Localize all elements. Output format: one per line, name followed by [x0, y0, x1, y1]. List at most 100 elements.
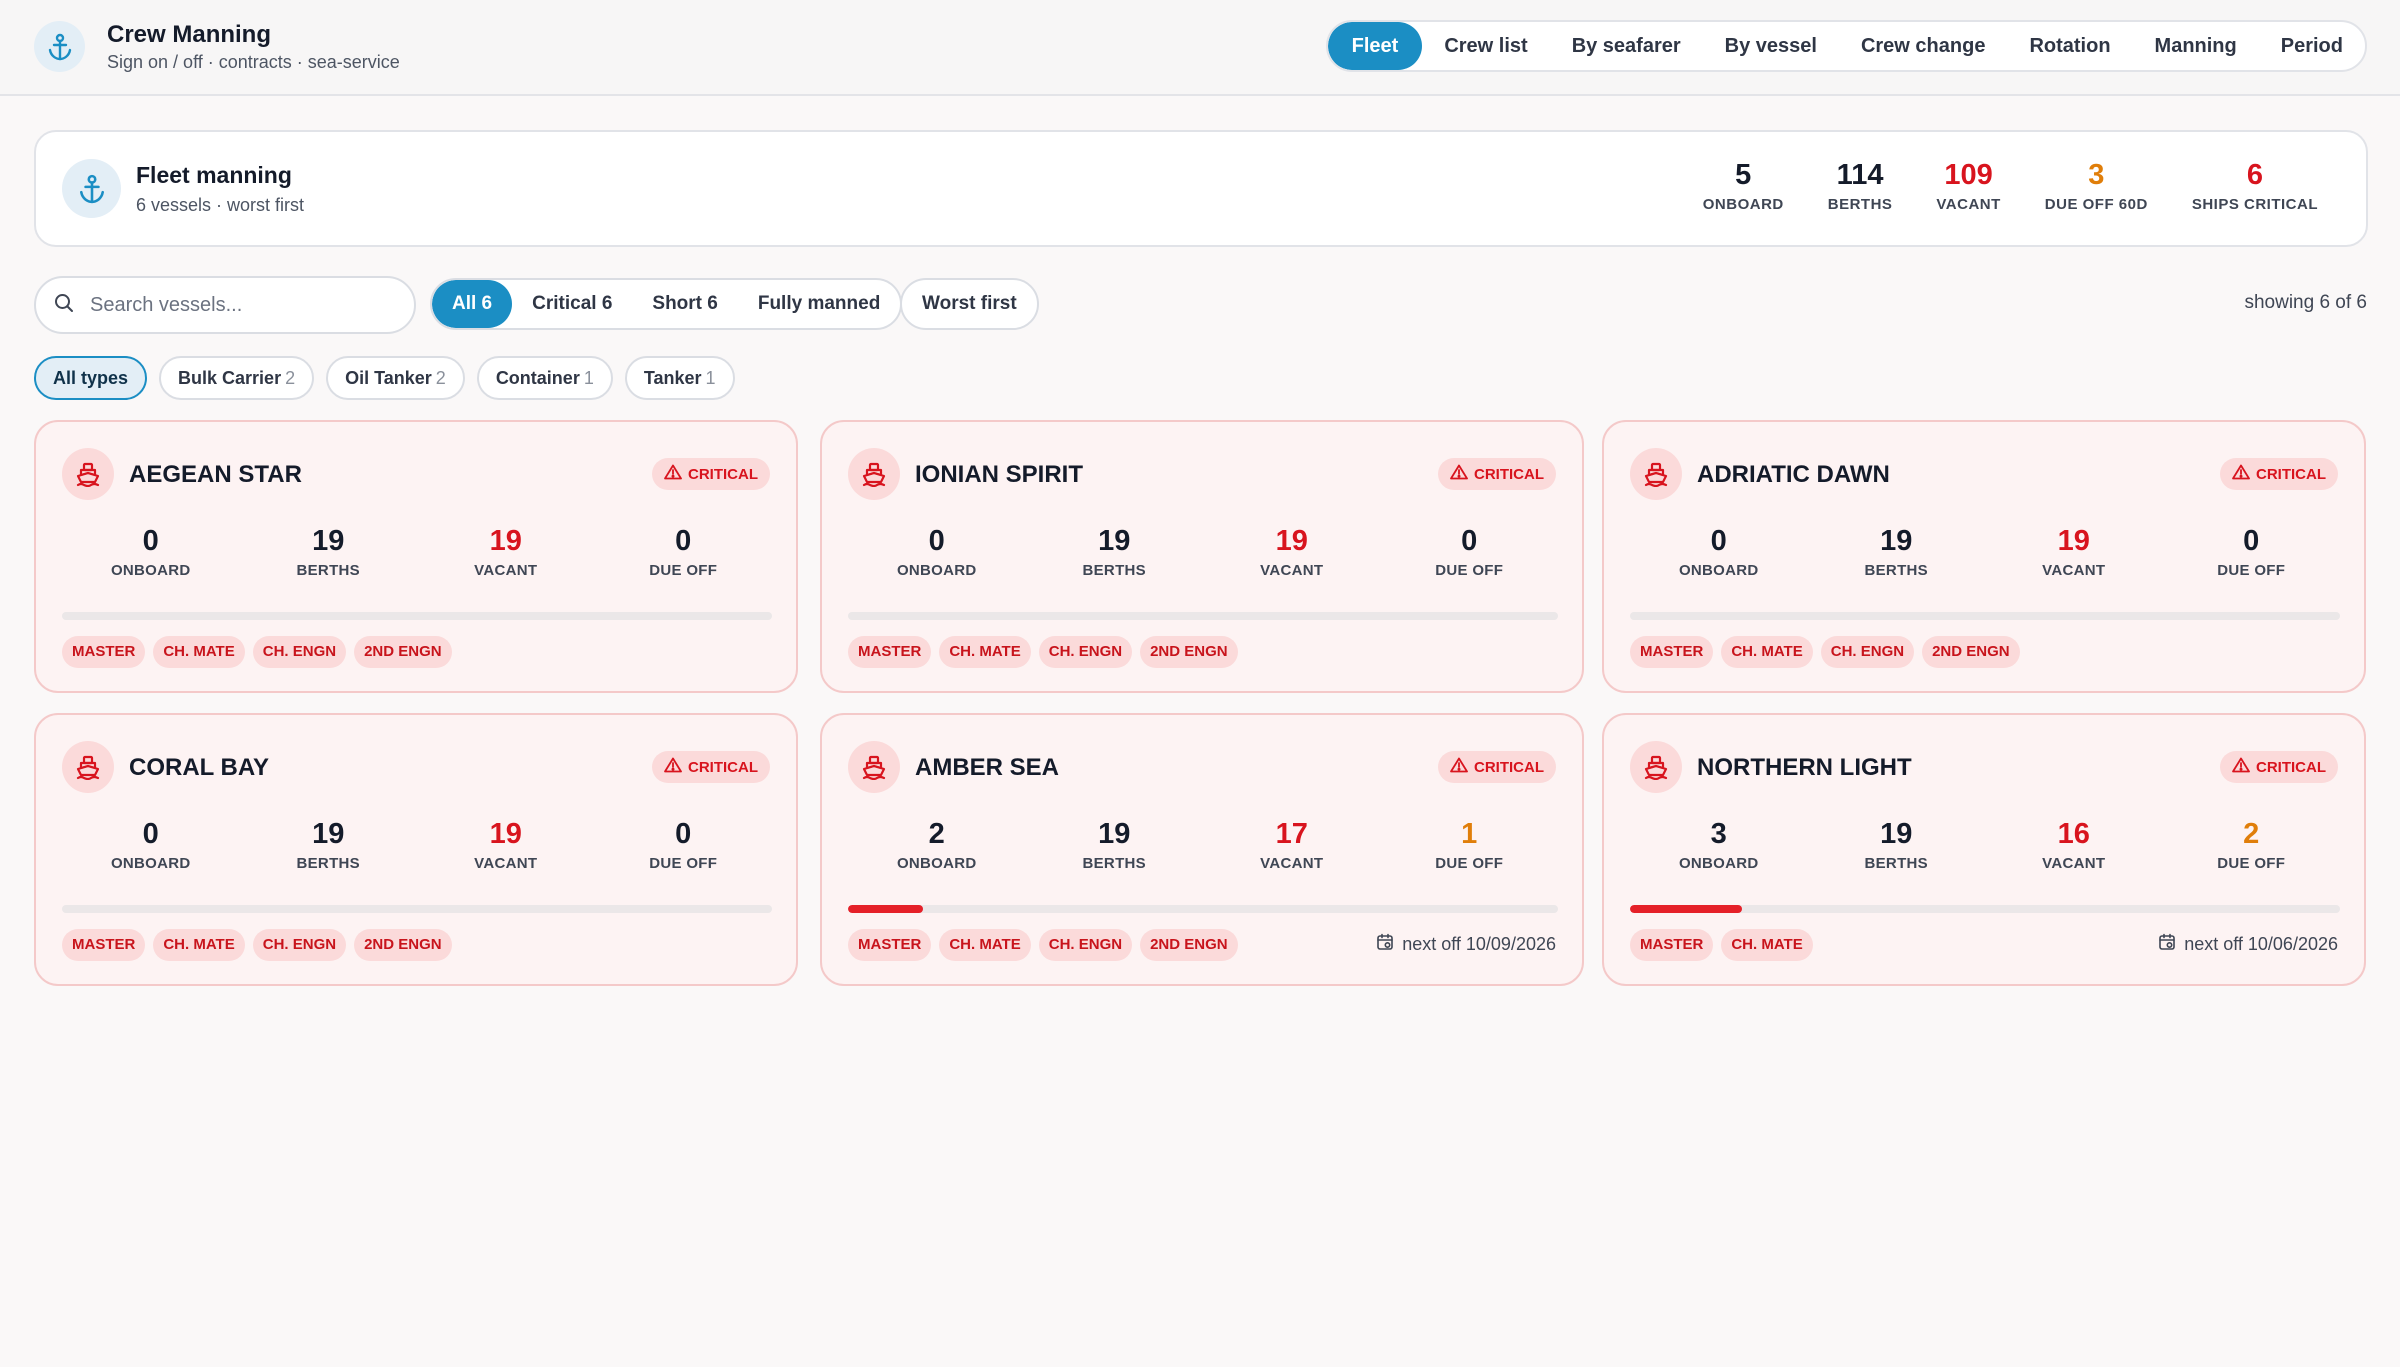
- vessel-card[interactable]: IONIAN SPIRIT CRITICAL 0 ONBOARD 19 BERT…: [820, 420, 1584, 693]
- vessel-card[interactable]: AEGEAN STAR CRITICAL 0 ONBOARD 19 BERTHS: [34, 420, 798, 693]
- stat-label: SHIPS CRITICAL: [2191, 196, 2318, 213]
- tab-manning[interactable]: Manning: [2133, 22, 2259, 70]
- metric-label: DUE OFF: [649, 562, 718, 579]
- role-tag: MASTER: [1630, 636, 1714, 668]
- anchor-icon: [62, 159, 121, 218]
- status-badge: CRITICAL: [2220, 458, 2338, 490]
- metric-label: ONBOARD: [110, 855, 191, 872]
- tab-period[interactable]: Period: [2259, 22, 2365, 70]
- metric-value: 0: [1710, 525, 1727, 557]
- missing-roles: MASTER CH. MATE CH. ENGN 2ND ENGN: [62, 929, 452, 961]
- filter-all[interactable]: All 6: [432, 280, 513, 328]
- vessel-card[interactable]: NORTHERN LIGHT CRITICAL 3 ONBOARD 19 BER…: [1602, 713, 2366, 986]
- stat-vacant: 109 VACANT: [1914, 158, 2022, 213]
- vessel-card[interactable]: AMBER SEA CRITICAL 2 ONBOARD 19 BERTHS 1…: [820, 713, 1584, 986]
- metric-label: ONBOARD: [896, 855, 977, 872]
- vessel-metrics: 0 ONBOARD 19 BERTHS 19 VACANT 0 DUE OFF: [62, 817, 772, 872]
- top-bar: Crew Manning Sign on / off · contracts ·…: [0, 0, 2400, 96]
- ship-icon: [62, 448, 114, 500]
- type-chip-all[interactable]: All types: [34, 356, 148, 400]
- role-tag: CH. ENGN: [1038, 636, 1133, 668]
- metric-berths: 19 BERTHS: [1808, 817, 1986, 872]
- metric-label: BERTHS: [296, 855, 360, 872]
- filter-critical[interactable]: Critical 6: [512, 280, 632, 328]
- type-chip-count: 2: [435, 368, 446, 388]
- role-tag: 2ND ENGN: [1140, 929, 1238, 961]
- manning-progress-bar: [1630, 612, 2340, 620]
- warning-icon: [1450, 757, 1468, 777]
- metric-value: 0: [928, 525, 945, 557]
- metric-berths: 19 BERTHS: [240, 524, 418, 579]
- metric-label: ONBOARD: [110, 562, 191, 579]
- vessel-card[interactable]: CORAL BAY CRITICAL 0 ONBOARD 19 BERTHS 1…: [34, 713, 798, 986]
- tab-rotation[interactable]: Rotation: [2007, 22, 2132, 70]
- metric-onboard: 0 ONBOARD: [62, 817, 240, 872]
- role-tag: MASTER: [62, 636, 146, 668]
- type-chip-label: Oil Tanker: [345, 368, 432, 388]
- metric-berths: 19 BERTHS: [1026, 817, 1204, 872]
- type-chip-container[interactable]: Container 1: [476, 356, 613, 400]
- metric-value: 19: [312, 818, 345, 850]
- ship-icon: [1630, 741, 1682, 793]
- status-label: CRITICAL: [1474, 465, 1544, 483]
- metric-label: VACANT: [474, 855, 538, 872]
- metric-value: 0: [675, 818, 692, 850]
- metric-onboard: 0 ONBOARD: [1630, 524, 1808, 579]
- search-input[interactable]: Search vessels...: [34, 276, 416, 334]
- role-tag: MASTER: [848, 636, 932, 668]
- metric-due-off: 2 DUE OFF: [2163, 817, 2341, 872]
- manning-progress-bar: [1630, 905, 2340, 913]
- metric-due-off: 1 DUE OFF: [1381, 817, 1559, 872]
- stat-berths: 114 BERTHS: [1806, 158, 1915, 213]
- tab-crew-change[interactable]: Crew change: [1839, 22, 2007, 70]
- role-tag: MASTER: [62, 929, 146, 961]
- vessel-metrics: 0 ONBOARD 19 BERTHS 19 VACANT 0 DUE OFF: [1630, 524, 2340, 579]
- tab-fleet[interactable]: Fleet: [1327, 22, 1423, 70]
- stat-label: BERTHS: [1827, 196, 1893, 213]
- metric-label: VACANT: [1260, 562, 1324, 579]
- sort-button[interactable]: Worst first: [900, 278, 1039, 330]
- metric-berths: 19 BERTHS: [240, 817, 418, 872]
- metric-onboard: 0 ONBOARD: [62, 524, 240, 579]
- vessel-name: CORAL BAY: [129, 754, 270, 781]
- metric-value: 1: [1461, 818, 1478, 850]
- status-label: CRITICAL: [688, 758, 758, 776]
- next-off: next off 10/09/2026: [1376, 933, 1556, 956]
- metric-value: 0: [142, 818, 159, 850]
- status-badge: CRITICAL: [1438, 751, 1556, 783]
- manning-progress-bar: [848, 905, 1558, 913]
- metric-label: ONBOARD: [1678, 562, 1759, 579]
- vessel-name: ADRIATIC DAWN: [1697, 461, 1890, 488]
- app-title: Crew Manning: [107, 21, 272, 48]
- type-chip-bulk-carrier[interactable]: Bulk Carrier 2: [159, 356, 315, 400]
- manning-progress-bar: [62, 905, 772, 913]
- tab-by-seafarer[interactable]: By seafarer: [1550, 22, 1703, 70]
- tab-crew-list[interactable]: Crew list: [1422, 22, 1549, 70]
- metric-value: 0: [1461, 525, 1478, 557]
- filter-short[interactable]: Short 6: [632, 280, 737, 328]
- stat-value: 5: [1735, 159, 1752, 191]
- metric-label: DUE OFF: [2217, 855, 2286, 872]
- metric-due-off: 0 DUE OFF: [595, 524, 773, 579]
- manning-progress-fill: [1630, 905, 1743, 913]
- stat-value: 114: [1836, 159, 1884, 191]
- vessel-card[interactable]: ADRIATIC DAWN CRITICAL 0 ONBOARD 19 BERT…: [1602, 420, 2366, 693]
- tab-by-vessel[interactable]: By vessel: [1703, 22, 1839, 70]
- metric-value: 0: [675, 525, 692, 557]
- filter-fully-manned[interactable]: Fully manned: [738, 280, 900, 328]
- metric-vacant: 17 VACANT: [1203, 817, 1381, 872]
- missing-roles: MASTER CH. MATE CH. ENGN 2ND ENGN: [848, 636, 1238, 668]
- fleet-summary: Fleet manning 6 vessels · worst first 5 …: [34, 130, 2368, 247]
- metric-label: VACANT: [474, 562, 538, 579]
- metric-value: 19: [1880, 818, 1913, 850]
- vessel-name: IONIAN SPIRIT: [915, 461, 1084, 488]
- calendar-icon: [2158, 933, 2176, 956]
- metric-value: 2: [928, 818, 945, 850]
- metric-label: DUE OFF: [2217, 562, 2286, 579]
- metric-vacant: 19 VACANT: [1203, 524, 1381, 579]
- metric-value: 16: [2057, 818, 2090, 850]
- type-chip-tanker[interactable]: Tanker 1: [624, 356, 735, 400]
- type-chip-oil-tanker[interactable]: Oil Tanker 2: [326, 356, 465, 400]
- next-off-label: next off 10/09/2026: [1402, 934, 1556, 954]
- ship-icon: [848, 741, 900, 793]
